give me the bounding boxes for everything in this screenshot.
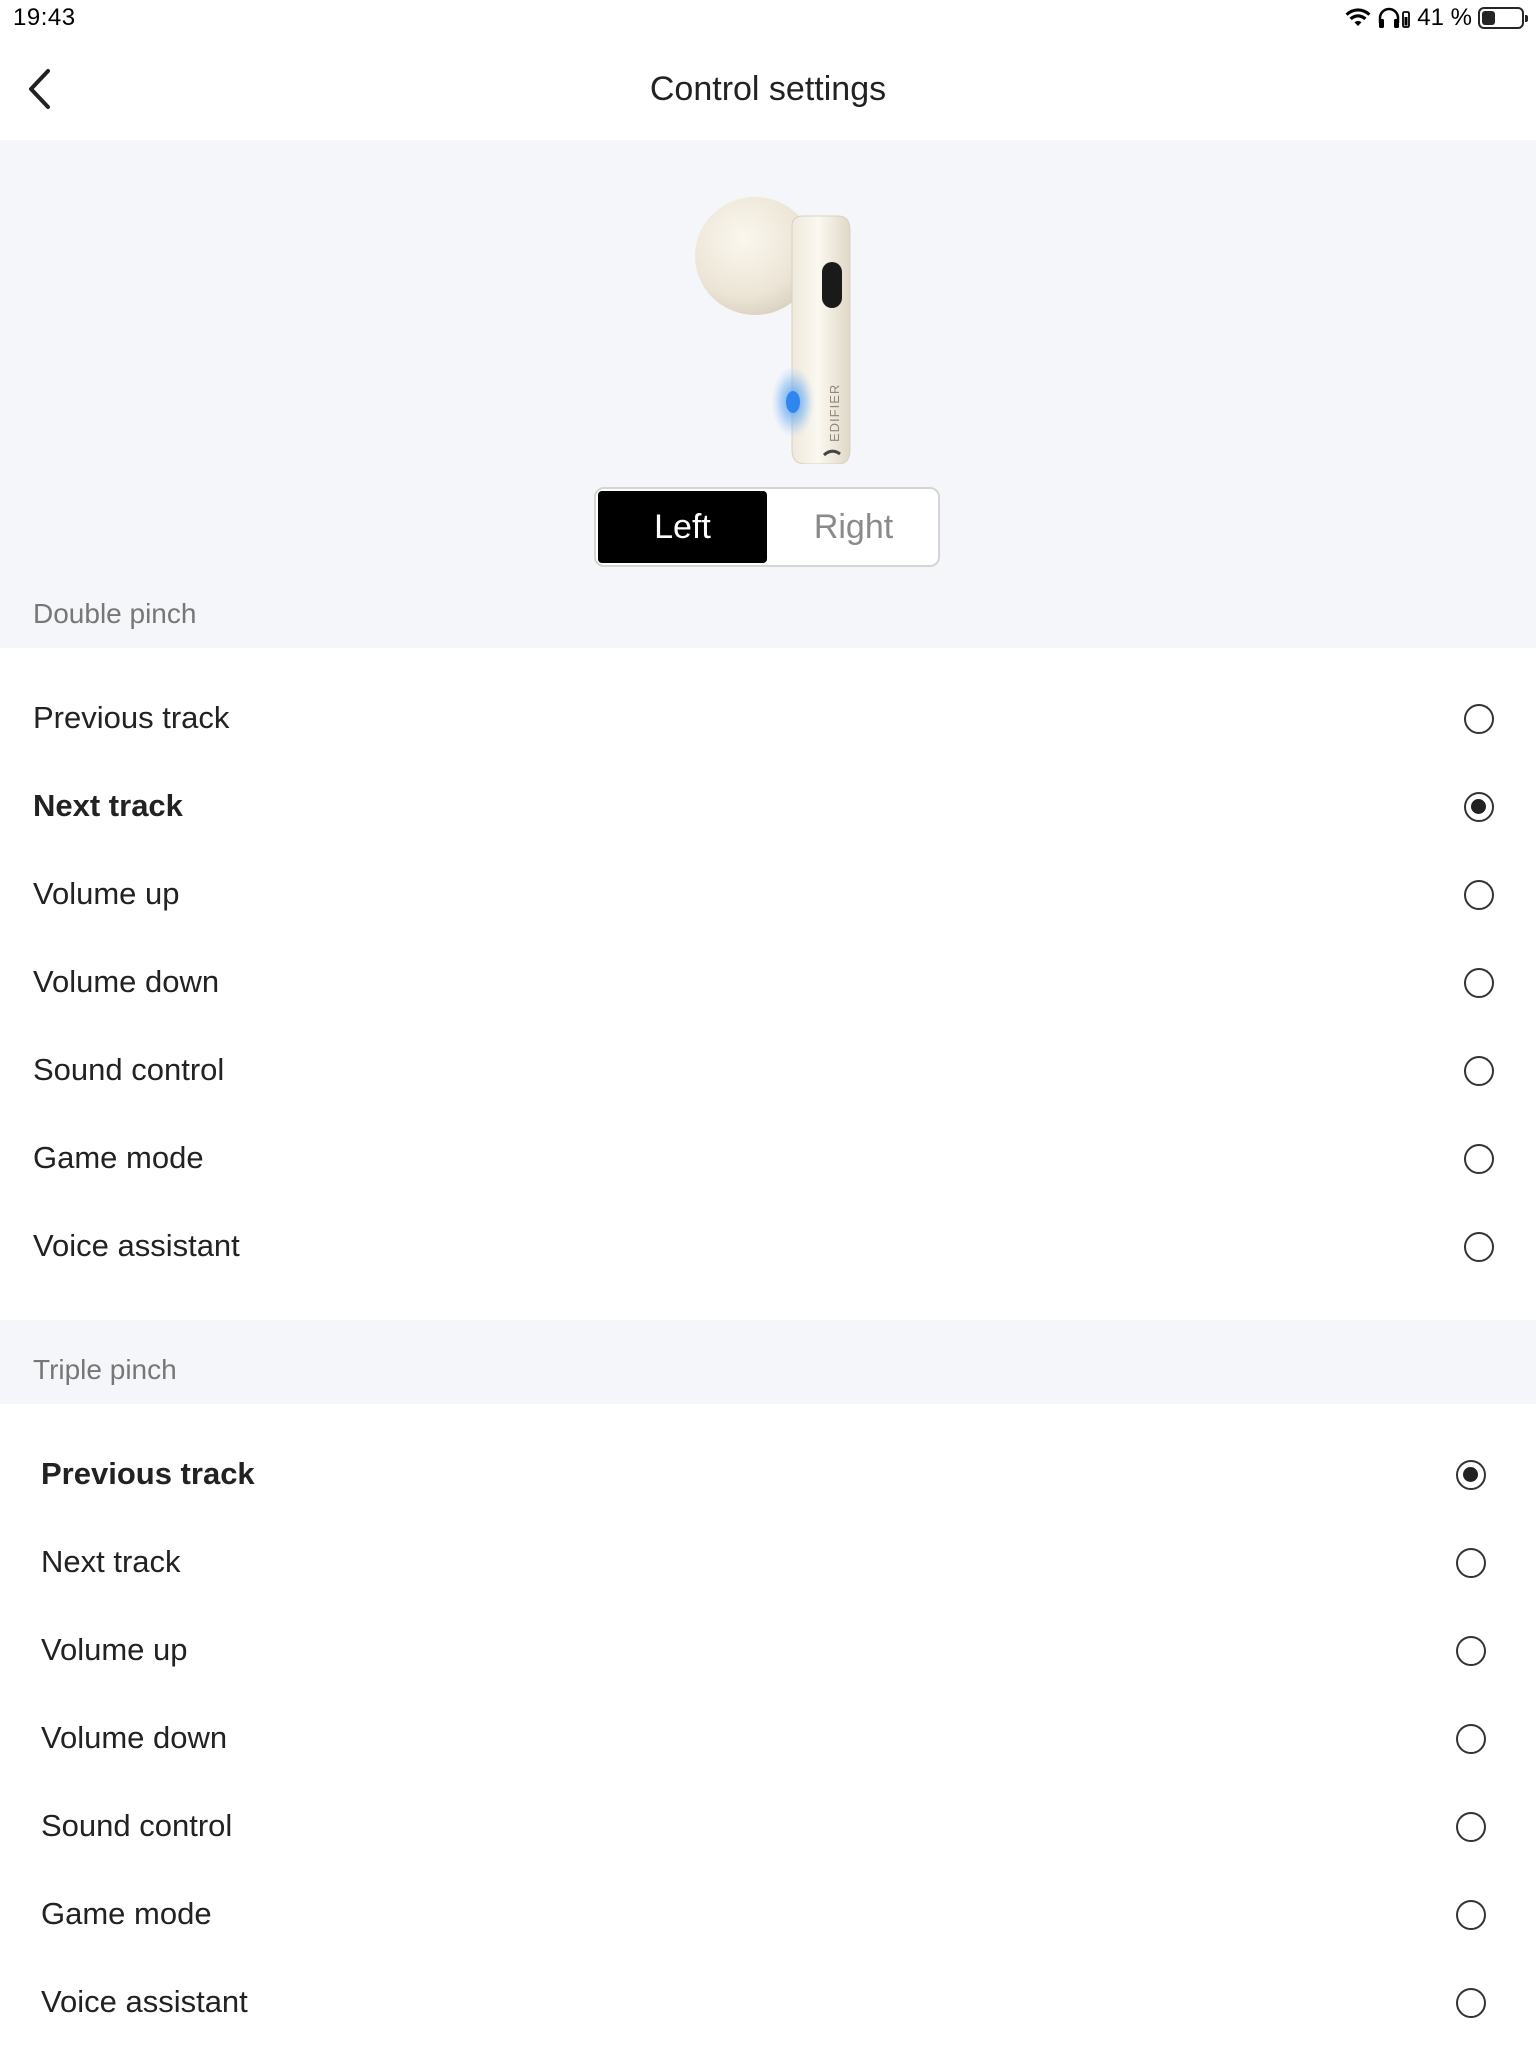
page-title: Control settings — [649, 70, 887, 108]
option-row[interactable]: Sound control — [0, 1784, 1536, 1872]
triple-pinch-options: Previous track Next track Volume up Volume … — [0, 1404, 1536, 2048]
option-label: Game mode — [41, 1896, 212, 1931]
option-label: Previous track — [33, 700, 230, 735]
side-selector: Left Right — [594, 487, 940, 567]
option-row[interactable]: Game mode — [0, 1872, 1536, 1960]
radio-unselected-icon[interactable] — [1464, 1232, 1494, 1262]
earbud-image: EDIFIER — [695, 197, 851, 464]
radio-unselected-icon[interactable] — [1456, 1548, 1486, 1578]
battery-icon — [1478, 7, 1528, 29]
radio-selected-icon[interactable] — [1464, 792, 1494, 822]
triple-pinch-header: Triple pinch — [0, 1320, 1536, 1404]
option-label: Volume down — [33, 964, 220, 999]
option-label: Volume up — [41, 1632, 188, 1667]
radio-unselected-icon[interactable] — [1456, 1988, 1486, 2018]
option-row[interactable]: Volume up — [0, 1608, 1536, 1696]
radio-unselected-icon[interactable] — [1464, 968, 1494, 998]
option-label: Previous track — [41, 1456, 255, 1491]
brand-logo: EDIFIER — [827, 384, 842, 442]
option-row[interactable]: Game mode — [0, 1116, 1536, 1204]
option-row[interactable]: Next track — [0, 1520, 1536, 1608]
option-row[interactable]: Previous track — [0, 1432, 1536, 1520]
option-label: Sound control — [41, 1808, 233, 1843]
double-pinch-header: Double pinch — [0, 568, 1536, 648]
wifi-icon — [1345, 8, 1371, 28]
option-row[interactable]: Volume down — [0, 1696, 1536, 1784]
headphones-icon — [1377, 7, 1411, 29]
radio-dot-icon — [1463, 1467, 1478, 1482]
option-label: Volume up — [33, 876, 180, 911]
section-title: Double pinch — [33, 598, 197, 629]
radio-dot-icon — [1471, 799, 1486, 814]
option-row[interactable]: Volume up — [0, 852, 1536, 940]
radio-unselected-icon[interactable] — [1464, 704, 1494, 734]
radio-unselected-icon[interactable] — [1456, 1812, 1486, 1842]
status-time: 19:43 — [13, 4, 76, 31]
option-row[interactable]: Previous track — [0, 676, 1536, 764]
battery-level — [1482, 11, 1496, 25]
option-label: Sound control — [33, 1052, 225, 1087]
navigation-bar: Control settings — [0, 42, 1536, 140]
status-bar: 19:43 41 % — [0, 0, 1536, 42]
left-side-option[interactable]: Left — [598, 491, 767, 563]
option-row[interactable]: Volume down — [0, 940, 1536, 1028]
option-row[interactable]: Voice assistant — [0, 1204, 1536, 1292]
option-label: Game mode — [33, 1140, 204, 1175]
radio-unselected-icon[interactable] — [1464, 880, 1494, 910]
radio-unselected-icon[interactable] — [1456, 1636, 1486, 1666]
option-row[interactable]: Sound control — [0, 1028, 1536, 1116]
option-row[interactable]: Voice assistant — [0, 1960, 1536, 2048]
status-indicators: 41 % — [1345, 4, 1528, 32]
radio-unselected-icon[interactable] — [1464, 1144, 1494, 1174]
battery-percentage: 41 % — [1417, 4, 1472, 31]
radio-unselected-icon[interactable] — [1464, 1056, 1494, 1086]
option-label: Voice assistant — [41, 1984, 248, 2019]
option-row[interactable]: Next track — [0, 764, 1536, 852]
radio-unselected-icon[interactable] — [1456, 1724, 1486, 1754]
radio-selected-icon[interactable] — [1456, 1460, 1486, 1490]
option-label: Next track — [33, 788, 183, 823]
option-label: Volume down — [41, 1720, 228, 1755]
option-label: Voice assistant — [33, 1228, 240, 1263]
double-pinch-options: Previous track Next track Volume up Volume … — [0, 648, 1536, 1320]
right-side-option[interactable]: Right — [769, 489, 938, 565]
radio-unselected-icon[interactable] — [1456, 1900, 1486, 1930]
option-label: Next track — [41, 1544, 181, 1579]
section-title: Triple pinch — [33, 1354, 177, 1385]
